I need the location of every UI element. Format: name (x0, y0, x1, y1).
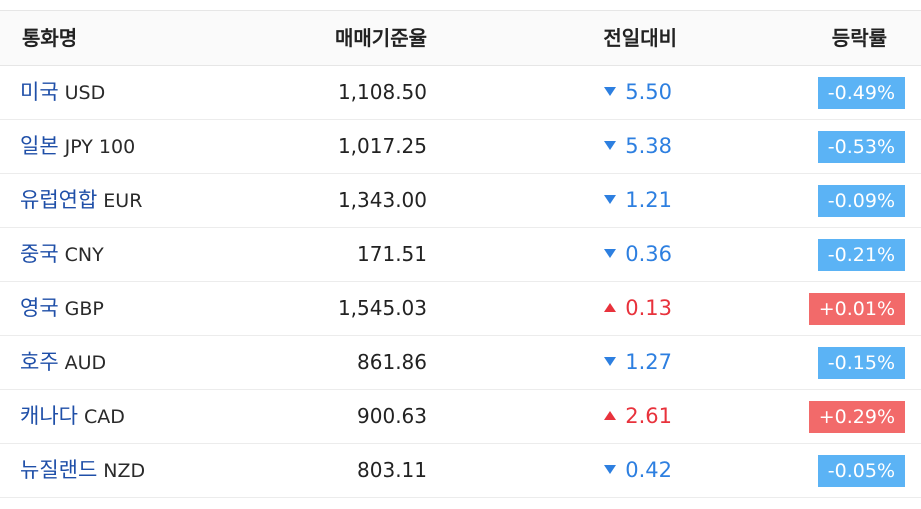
change-value: 1.21 (604, 174, 672, 227)
currency-code: NZD (103, 460, 146, 482)
change-amount: 1.27 (625, 350, 672, 374)
table-row: 호주 AUD 861.86 1.27 -0.15% (0, 336, 921, 390)
change-amount: 1.21 (625, 188, 672, 212)
currency-name-korean: 영국 (20, 296, 59, 320)
change-amount: 5.38 (625, 134, 672, 158)
change-value: 0.36 (604, 228, 672, 281)
currency-name-korean: 미국 (20, 80, 59, 104)
currency-code: GBP (64, 298, 104, 320)
change-percent-badge: -0.15% (817, 347, 905, 379)
triangle-down-icon (604, 194, 617, 204)
change-value: 5.38 (604, 120, 672, 173)
base-rate-value: 1,108.50 (337, 80, 427, 104)
change-value: 0.13 (604, 282, 672, 335)
change-percent-badge: +0.29% (808, 401, 905, 433)
table-row: 캐나다 CAD 900.63 2.61 +0.29% (0, 390, 921, 444)
currency-name-korean: 뉴질랜드 (20, 458, 98, 482)
table-row: 일본 JPY 100 1,017.25 5.38 -0.53% (0, 120, 921, 174)
base-rate-value: 861.86 (357, 350, 427, 374)
change-amount: 2.61 (625, 404, 672, 428)
base-rate-value: 1,343.00 (337, 188, 427, 212)
triangle-down-icon (604, 248, 617, 258)
currency-name-link[interactable]: 미국 USD (20, 66, 105, 120)
header-change-percent: 등락률 (831, 26, 887, 50)
change-percent-badge: -0.09% (817, 185, 905, 217)
triangle-down-icon (604, 86, 617, 96)
triangle-down-icon (604, 464, 617, 474)
currency-name-link[interactable]: 일본 JPY 100 (20, 120, 135, 174)
currency-name-korean: 캐나다 (20, 404, 78, 428)
triangle-up-icon (604, 410, 617, 420)
currency-code: CNY (64, 244, 104, 266)
table-body: 미국 USD 1,108.50 5.50 -0.49% 일본 JPY 100 1,017.25… (0, 66, 921, 498)
change-percent-badge: -0.53% (817, 131, 905, 163)
table-row: 뉴질랜드 NZD 803.11 0.42 -0.05% (0, 444, 921, 498)
triangle-down-icon (604, 356, 617, 366)
triangle-down-icon (604, 140, 617, 150)
change-amount: 0.36 (625, 242, 672, 266)
change-percent-badge: -0.05% (817, 455, 905, 487)
currency-code: AUD (64, 352, 107, 374)
currency-name-link[interactable]: 뉴질랜드 NZD (20, 444, 145, 498)
currency-name-link[interactable]: 중국 CNY (20, 228, 104, 282)
change-value: 5.50 (604, 66, 672, 119)
currency-code: CAD (83, 406, 125, 428)
change-percent-badge: -0.21% (817, 239, 905, 271)
currency-name-link[interactable]: 유럽연합 EUR (20, 174, 142, 228)
currency-name-link[interactable]: 캐나다 CAD (20, 390, 125, 444)
table-row: 중국 CNY 171.51 0.36 -0.21% (0, 228, 921, 282)
table-row: 영국 GBP 1,545.03 0.13 +0.01% (0, 282, 921, 336)
header-base-rate: 매매기준율 (335, 26, 427, 50)
change-percent-badge: +0.01% (808, 293, 905, 325)
currency-name-korean: 호주 (20, 350, 59, 374)
base-rate-value: 171.51 (357, 242, 427, 266)
table-row: 유럽연합 EUR 1,343.00 1.21 -0.09% (0, 174, 921, 228)
change-value: 2.61 (604, 390, 672, 443)
currency-code: JPY 100 (64, 136, 136, 158)
base-rate-value: 1,545.03 (337, 296, 427, 320)
currency-name-korean: 중국 (20, 242, 59, 266)
change-value: 0.42 (604, 444, 672, 497)
header-change: 전일대비 (603, 26, 677, 50)
base-rate-value: 1,017.25 (337, 134, 427, 158)
currency-name-korean: 유럽연합 (20, 188, 98, 212)
table-header: 통화명 매매기준율 전일대비 등락률 (0, 11, 921, 66)
currency-name-link[interactable]: 호주 AUD (20, 336, 106, 390)
change-value: 1.27 (604, 336, 672, 389)
table-row: 미국 USD 1,108.50 5.50 -0.49% (0, 66, 921, 120)
base-rate-value: 803.11 (357, 458, 427, 482)
currency-code: EUR (103, 190, 143, 212)
base-rate-value: 900.63 (357, 404, 427, 428)
exchange-rate-table: 통화명 매매기준율 전일대비 등락률 미국 USD 1,108.50 5.50 -0.4… (0, 10, 921, 498)
change-percent-badge: -0.49% (817, 77, 905, 109)
change-amount: 0.13 (625, 296, 672, 320)
currency-code: USD (64, 82, 106, 104)
currency-name-link[interactable]: 영국 GBP (20, 282, 104, 336)
currency-name-korean: 일본 (20, 134, 59, 158)
triangle-up-icon (604, 302, 617, 312)
change-amount: 0.42 (625, 458, 672, 482)
header-currency-name: 통화명 (22, 26, 78, 50)
change-amount: 5.50 (625, 80, 672, 104)
